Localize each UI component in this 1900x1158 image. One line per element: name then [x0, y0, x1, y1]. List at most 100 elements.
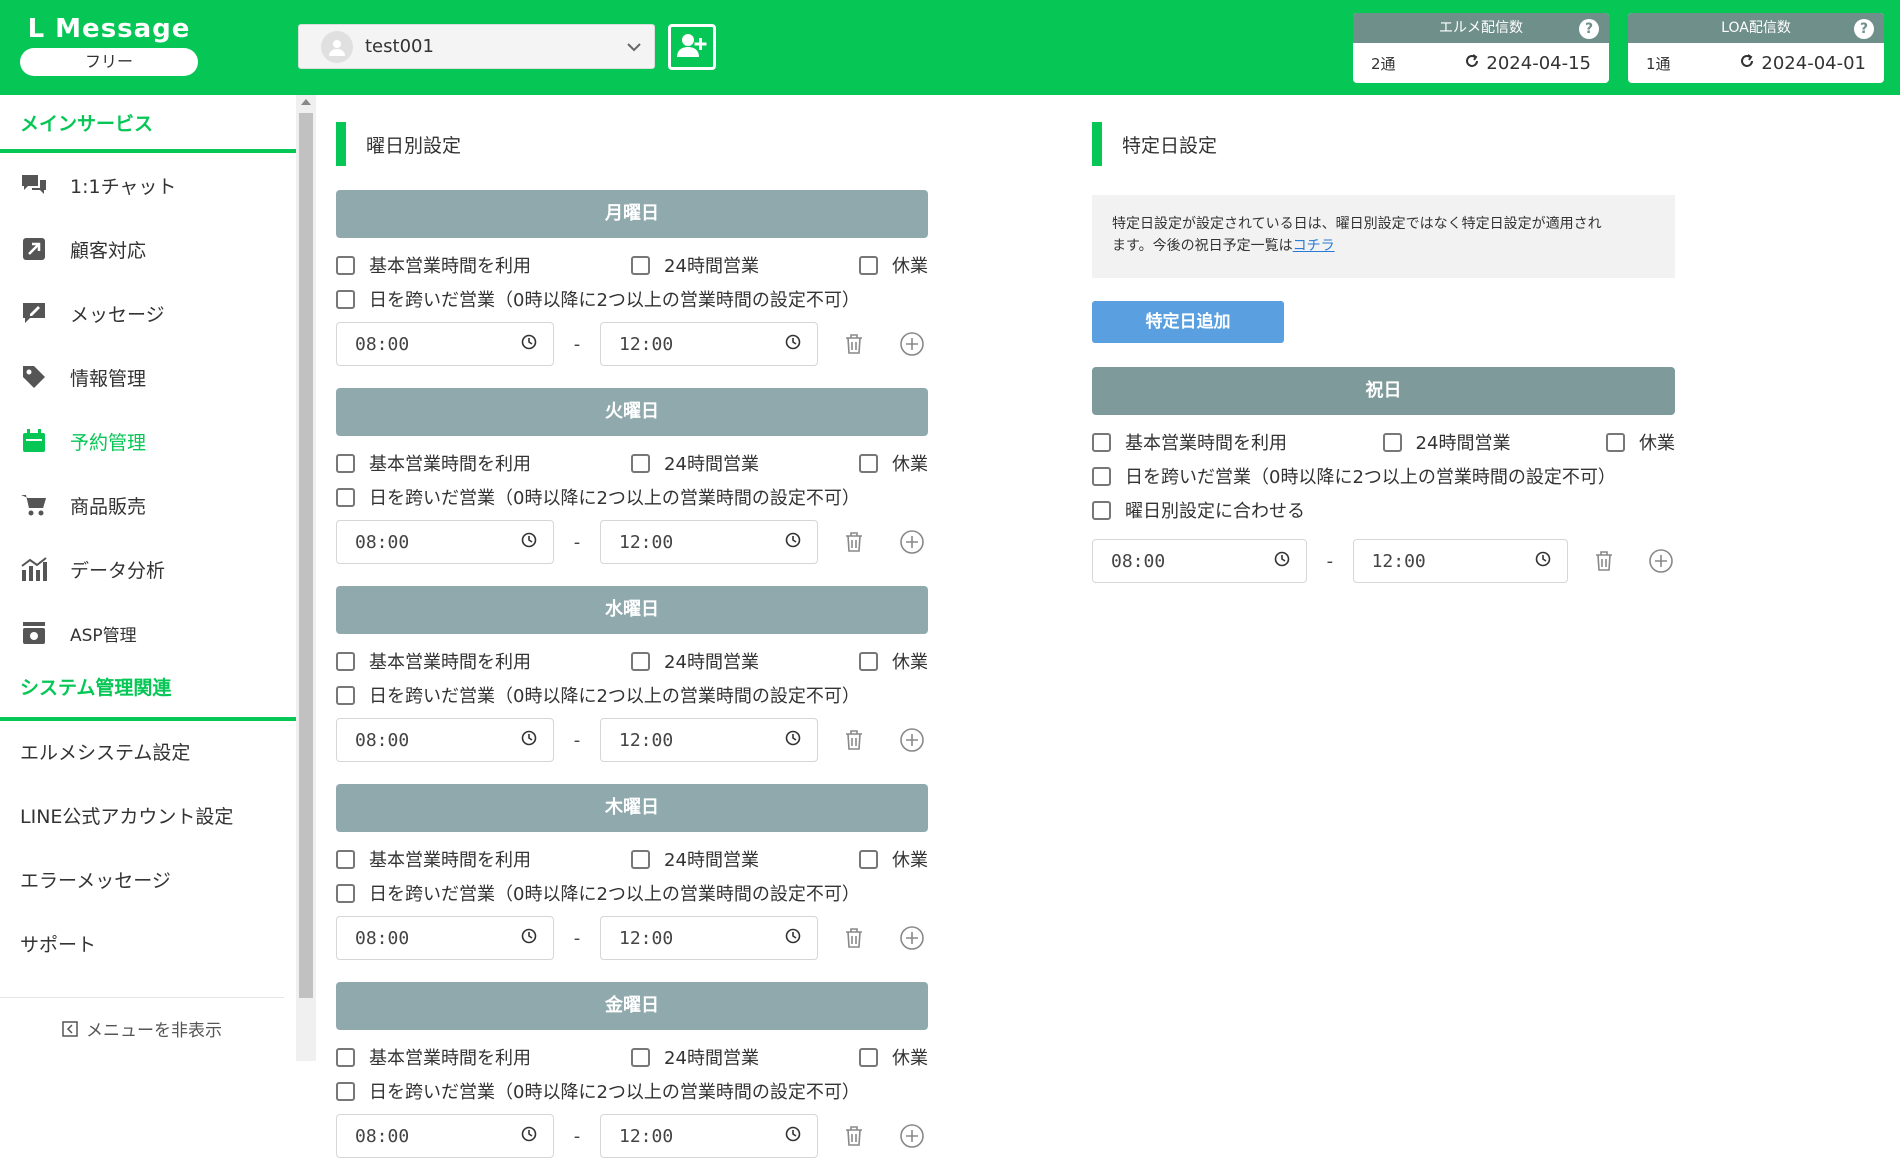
checkbox[interactable]: [336, 685, 355, 705]
checkbox[interactable]: [859, 651, 878, 671]
scroll-up-arrow[interactable]: [301, 99, 311, 105]
clock-icon[interactable]: [785, 730, 801, 751]
checkbox[interactable]: [631, 453, 651, 473]
help-icon[interactable]: ?: [1854, 19, 1874, 39]
add-time-icon[interactable]: [898, 529, 926, 555]
app-logo[interactable]: L Message フリー: [20, 14, 198, 76]
sidebar-item-info[interactable]: 情報管理: [0, 345, 296, 409]
sidebar-item-asp[interactable]: ASP管理: [0, 601, 296, 665]
opt-overnight[interactable]: 日を跨いだ営業（0時以降に2つ以上の営業時間の設定不可）: [336, 1074, 928, 1108]
checkbox[interactable]: [336, 883, 355, 903]
opt-basic[interactable]: 基本営業時間を利用: [336, 450, 531, 476]
opt-24h[interactable]: 24時間営業: [631, 450, 759, 476]
checkbox[interactable]: [859, 1047, 878, 1067]
trash-icon[interactable]: [840, 333, 868, 355]
opt-24h[interactable]: 24時間営業: [1382, 429, 1510, 455]
start-time-input[interactable]: 08:00: [336, 520, 554, 564]
checkbox[interactable]: [336, 255, 355, 275]
checkbox[interactable]: [336, 849, 355, 869]
sidebar-item-sales[interactable]: 商品販売: [0, 473, 296, 537]
checkbox[interactable]: [336, 289, 355, 309]
sidebar-scrollbar[interactable]: [296, 95, 316, 1061]
checkbox[interactable]: [1092, 500, 1111, 520]
opt-basic[interactable]: 基本営業時間を利用: [336, 252, 531, 278]
clock-icon[interactable]: [1535, 551, 1551, 572]
trash-icon[interactable]: [840, 927, 868, 949]
checkbox[interactable]: [631, 1047, 651, 1067]
sidebar-item-error-messages[interactable]: エラーメッセージ: [0, 849, 296, 913]
add-time-icon[interactable]: [1647, 548, 1675, 574]
opt-match-weekday[interactable]: 曜日別設定に合わせる: [1092, 493, 1675, 527]
opt-basic[interactable]: 基本営業時間を利用: [336, 1044, 531, 1070]
end-time-input[interactable]: 12:00: [600, 322, 818, 366]
clock-icon[interactable]: [785, 532, 801, 553]
clock-icon[interactable]: [1274, 551, 1290, 572]
clock-icon[interactable]: [785, 334, 801, 355]
hide-menu-button[interactable]: メニューを非表示: [0, 997, 284, 1042]
opt-closed[interactable]: 休業: [859, 450, 928, 476]
sidebar-item-reservation[interactable]: 予約管理: [0, 409, 296, 473]
checkbox[interactable]: [1382, 432, 1402, 452]
add-time-icon[interactable]: [898, 727, 926, 753]
refresh-icon[interactable]: [1464, 53, 1480, 74]
checkbox[interactable]: [336, 1047, 355, 1067]
checkbox[interactable]: [859, 255, 878, 275]
opt-basic[interactable]: 基本営業時間を利用: [336, 648, 531, 674]
start-time-input[interactable]: 08:00: [336, 916, 554, 960]
start-time-input[interactable]: 08:00: [1092, 539, 1308, 583]
opt-closed[interactable]: 休業: [859, 846, 928, 872]
end-time-input[interactable]: 12:00: [600, 520, 818, 564]
sidebar-item-customer[interactable]: 顧客対応: [0, 217, 296, 281]
clock-icon[interactable]: [521, 1126, 537, 1147]
help-icon[interactable]: ?: [1579, 19, 1599, 39]
sidebar-item-support[interactable]: サポート: [0, 913, 296, 977]
clock-icon[interactable]: [785, 928, 801, 949]
checkbox[interactable]: [631, 849, 651, 869]
opt-closed[interactable]: 休業: [859, 252, 928, 278]
sidebar-item-analytics[interactable]: データ分析: [0, 537, 296, 601]
end-time-input[interactable]: 12:00: [600, 1114, 818, 1158]
opt-basic[interactable]: 基本営業時間を利用: [1092, 429, 1287, 455]
add-time-icon[interactable]: [898, 1123, 926, 1149]
add-user-button[interactable]: [668, 24, 716, 70]
opt-overnight[interactable]: 日を跨いだ営業（0時以降に2つ以上の営業時間の設定不可）: [1092, 459, 1675, 493]
start-time-input[interactable]: 08:00: [336, 718, 554, 762]
opt-24h[interactable]: 24時間営業: [631, 648, 759, 674]
start-time-input[interactable]: 08:00: [336, 322, 554, 366]
holiday-list-link[interactable]: コチラ: [1293, 238, 1335, 254]
opt-24h[interactable]: 24時間営業: [631, 1044, 759, 1070]
opt-24h[interactable]: 24時間営業: [631, 846, 759, 872]
opt-overnight[interactable]: 日を跨いだ営業（0時以降に2つ以上の営業時間の設定不可）: [336, 876, 928, 910]
checkbox[interactable]: [859, 453, 878, 473]
trash-icon[interactable]: [840, 729, 868, 751]
trash-icon[interactable]: [1590, 550, 1618, 572]
sidebar-item-chat[interactable]: 1:1チャット: [0, 153, 296, 217]
opt-basic[interactable]: 基本営業時間を利用: [336, 846, 531, 872]
checkbox[interactable]: [1092, 432, 1111, 452]
checkbox[interactable]: [859, 849, 878, 869]
end-time-input[interactable]: 12:00: [1352, 539, 1568, 583]
opt-24h[interactable]: 24時間営業: [631, 252, 759, 278]
start-time-input[interactable]: 08:00: [336, 1114, 554, 1158]
checkbox[interactable]: [1092, 466, 1111, 486]
trash-icon[interactable]: [840, 1125, 868, 1147]
sidebar-item-system-settings[interactable]: エルメシステム設定: [0, 721, 296, 785]
sidebar-item-message[interactable]: メッセージ: [0, 281, 296, 345]
sidebar-item-line-account[interactable]: LINE公式アカウント設定: [0, 785, 296, 849]
clock-icon[interactable]: [521, 532, 537, 553]
end-time-input[interactable]: 12:00: [600, 916, 818, 960]
clock-icon[interactable]: [521, 730, 537, 751]
checkbox[interactable]: [631, 651, 651, 671]
checkbox[interactable]: [336, 487, 355, 507]
add-special-day-button[interactable]: 特定日追加: [1092, 301, 1284, 343]
checkbox[interactable]: [631, 255, 651, 275]
checkbox[interactable]: [336, 1081, 355, 1101]
add-time-icon[interactable]: [898, 925, 926, 951]
opt-closed[interactable]: 休業: [859, 648, 928, 674]
opt-overnight[interactable]: 日を跨いだ営業（0時以降に2つ以上の営業時間の設定不可）: [336, 678, 928, 712]
account-select[interactable]: test001: [298, 24, 655, 69]
opt-overnight[interactable]: 日を跨いだ営業（0時以降に2つ以上の営業時間の設定不可）: [336, 480, 928, 514]
checkbox[interactable]: [336, 453, 355, 473]
opt-overnight[interactable]: 日を跨いだ営業（0時以降に2つ以上の営業時間の設定不可）: [336, 282, 928, 316]
checkbox[interactable]: [1606, 432, 1625, 452]
